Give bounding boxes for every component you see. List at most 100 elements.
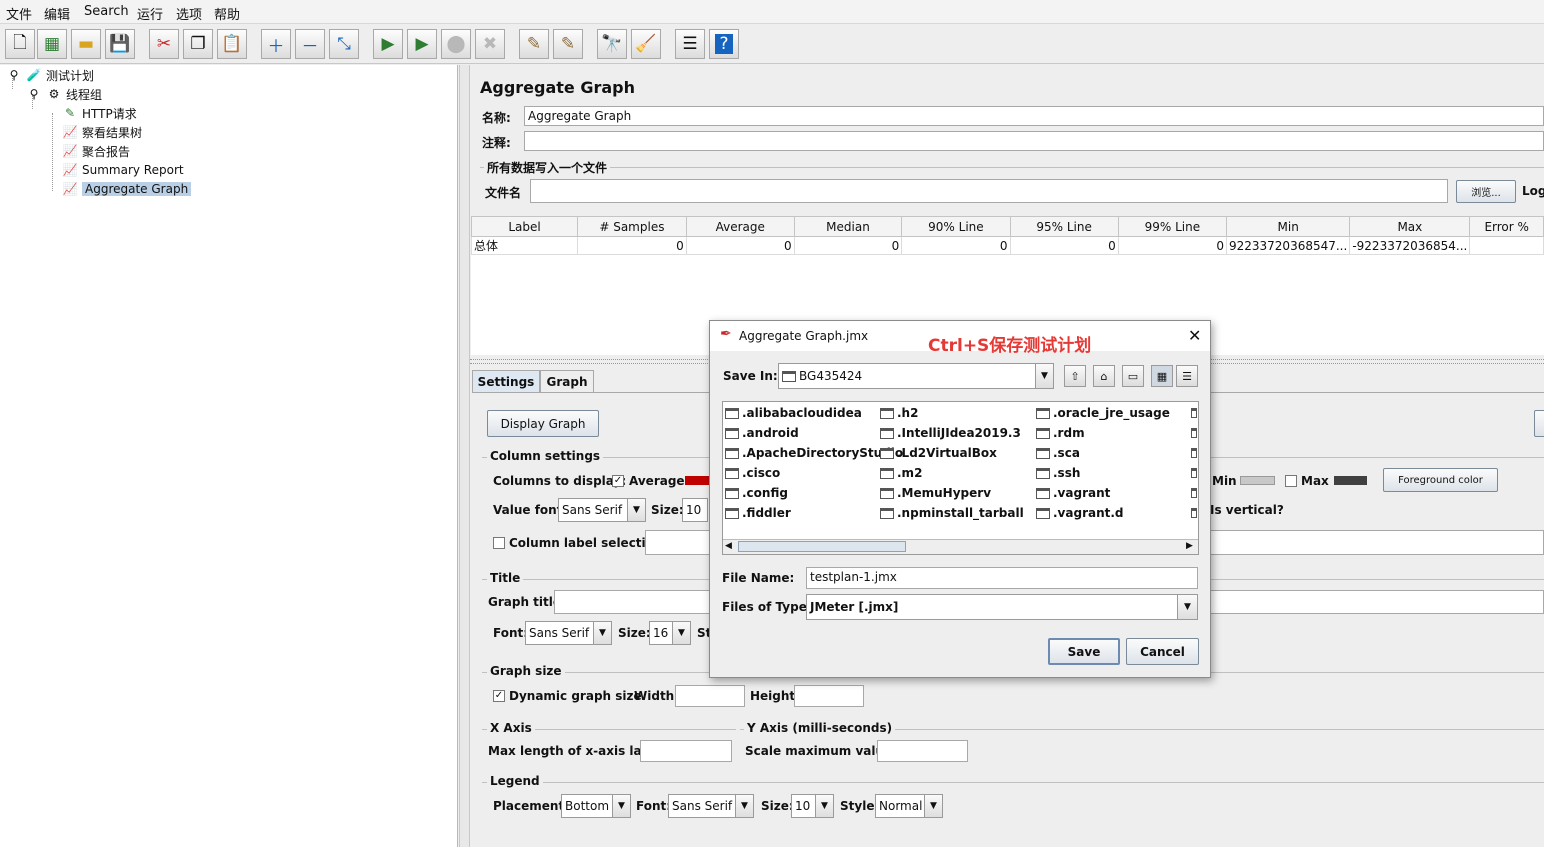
save-in-select[interactable]: BG435424 ▼ xyxy=(778,363,1054,389)
menu-file[interactable]: 文件 xyxy=(6,4,32,23)
tab-graph[interactable]: Graph xyxy=(540,370,594,392)
column-header[interactable]: Error % xyxy=(1469,216,1544,237)
open-icon[interactable]: ▬ xyxy=(71,29,101,59)
column-header[interactable]: 90% Line xyxy=(901,216,1011,237)
value-font-select[interactable]: Sans Serif ▼ xyxy=(558,498,646,522)
list-item[interactable]: .ApacheDirectoryStudio xyxy=(725,444,903,462)
placement-select[interactable]: Bottom ▼ xyxy=(561,794,631,818)
min-color-swatch[interactable] xyxy=(1240,476,1275,485)
column-header[interactable]: Median xyxy=(793,216,903,237)
list-item[interactable]: .npminstall_tarball xyxy=(880,504,1024,522)
graph-title-input-right[interactable] xyxy=(1210,590,1544,614)
list-item[interactable]: .android xyxy=(725,424,799,442)
column-header[interactable]: Label xyxy=(470,216,579,237)
list-item[interactable]: .fiddler xyxy=(725,504,791,522)
column-label-selection-checkbox[interactable] xyxy=(493,537,505,549)
list-item[interactable]: .oracle_jre_usage xyxy=(1036,404,1170,422)
average-checkbox[interactable]: ✓ xyxy=(612,475,624,487)
column-header[interactable]: 99% Line xyxy=(1117,216,1227,237)
tree-item-thread-group[interactable]: ⚲ ⚙ 线程组 xyxy=(26,85,102,103)
menu-search[interactable]: Search xyxy=(84,4,129,19)
comment-input[interactable] xyxy=(524,131,1544,151)
max-length-input[interactable] xyxy=(640,740,732,762)
list-item[interactable]: .rdm xyxy=(1036,424,1085,442)
list-item[interactable]: .ssh xyxy=(1036,464,1080,482)
home-icon[interactable]: ⌂ xyxy=(1093,365,1115,387)
max-checkbox[interactable] xyxy=(1285,475,1297,487)
stop-icon[interactable]: ⬤ xyxy=(441,29,471,59)
new-icon[interactable]: 🗋 xyxy=(5,29,35,59)
function-helper-icon[interactable]: ☰ xyxy=(675,29,705,59)
list-view-icon[interactable]: ▦ xyxy=(1151,365,1173,387)
list-item[interactable]: .vagrant xyxy=(1036,484,1110,502)
list-item[interactable]: .MemuHyperv xyxy=(880,484,991,502)
scale-max-input[interactable] xyxy=(877,740,968,762)
up-folder-icon[interactable]: ⇧ xyxy=(1064,365,1086,387)
max-color-swatch[interactable] xyxy=(1334,476,1367,485)
average-color-swatch[interactable] xyxy=(685,476,710,485)
menu-edit[interactable]: 编辑 xyxy=(44,4,70,23)
start-icon[interactable]: ▶ xyxy=(373,29,403,59)
tab-settings[interactable]: Settings xyxy=(472,370,540,392)
clear-all-icon[interactable]: ✎ xyxy=(553,29,583,59)
column-header[interactable]: Min xyxy=(1225,216,1351,237)
list-item[interactable]: .cisco xyxy=(725,464,780,482)
help-icon[interactable]: ? xyxy=(709,29,739,59)
save-graph-button[interactable] xyxy=(1534,410,1544,437)
title-size-select[interactable]: 16 ▼ xyxy=(649,621,691,645)
title-font-select[interactable]: Sans Serif ▼ xyxy=(525,621,612,645)
file-name-input[interactable]: testplan-1.jmx xyxy=(806,567,1198,589)
menu-run[interactable]: 运行 xyxy=(137,4,163,23)
column-header[interactable]: # Samples xyxy=(577,216,687,237)
menu-help[interactable]: 帮助 xyxy=(214,4,240,23)
details-view-icon[interactable]: ☰ xyxy=(1176,365,1198,387)
save-button[interactable]: Save xyxy=(1048,638,1120,665)
tree-toggle-icon[interactable]: ⚲ xyxy=(6,67,22,83)
list-item[interactable]: .h2 xyxy=(880,404,918,422)
new-folder-icon[interactable]: ▭ xyxy=(1122,365,1144,387)
scroll-thumb[interactable] xyxy=(738,541,906,552)
column-header[interactable]: Average xyxy=(685,216,795,237)
display-graph-button[interactable]: Display Graph xyxy=(487,410,599,437)
foreground-color-button[interactable]: Foreground color xyxy=(1383,468,1498,492)
cancel-button[interactable]: Cancel xyxy=(1126,638,1199,665)
list-item[interactable]: .m2 xyxy=(880,464,922,482)
close-icon[interactable]: ✕ xyxy=(1188,326,1201,345)
list-item[interactable]: .sca xyxy=(1036,444,1080,462)
tree-item-test-plan[interactable]: ⚲ 🧪 测试计划 xyxy=(6,66,94,84)
file-list[interactable]: .alibabacloudidea .android .ApacheDirector… xyxy=(722,401,1199,555)
column-label-selection-input[interactable] xyxy=(645,530,710,555)
shutdown-icon[interactable]: ✖ xyxy=(475,29,505,59)
browse-button[interactable]: 浏览... xyxy=(1456,180,1516,203)
tree-item-view-results-tree[interactable]: 📈 察看结果树 xyxy=(62,123,143,141)
save-icon[interactable]: 💾 xyxy=(105,29,135,59)
scroll-left-icon[interactable]: ◀ xyxy=(725,541,732,551)
tree-item-aggregate-graph[interactable]: 📈 Aggregate Graph xyxy=(62,180,192,198)
list-item[interactable]: .config xyxy=(725,484,788,502)
table-row[interactable]: 总体 0 0 0 0 0 0 92233720368547... -9223372036854.… xyxy=(470,236,1544,255)
graph-title-input[interactable] xyxy=(554,590,710,614)
search-icon[interactable]: 🔭 xyxy=(597,29,627,59)
clear-icon[interactable]: ✎ xyxy=(519,29,549,59)
reset-search-icon[interactable]: 🧹 xyxy=(631,29,661,59)
tree-item-http-request[interactable]: ✎ HTTP请求 xyxy=(62,104,137,122)
style-select[interactable]: Normal ▼ xyxy=(875,794,943,818)
list-item[interactable]: .vagrant.d xyxy=(1036,504,1124,522)
column-header[interactable]: Max xyxy=(1349,216,1471,237)
list-item[interactable]: .IntelliJIdea2019.3 xyxy=(880,424,1021,442)
list-item[interactable]: .Ld2VirtualBox xyxy=(880,444,997,462)
value-size-select[interactable]: 10 xyxy=(682,498,708,522)
filename-input[interactable] xyxy=(530,179,1448,203)
column-header[interactable]: 95% Line xyxy=(1009,216,1119,237)
dynamic-graph-size-checkbox[interactable]: ✓ xyxy=(493,690,505,702)
horizontal-scrollbar[interactable]: ◀ ▶ xyxy=(723,539,1198,554)
files-of-type-select[interactable]: JMeter [.jmx] ▼ xyxy=(806,594,1198,620)
list-item[interactable]: .alibabacloudidea xyxy=(725,404,862,422)
collapse-icon[interactable]: － xyxy=(295,29,325,59)
start-no-pauses-icon[interactable]: ▶ xyxy=(407,29,437,59)
legend-font-select[interactable]: Sans Serif ▼ xyxy=(668,794,754,818)
toggle-icon[interactable]: ⤡ xyxy=(329,29,359,59)
templates-icon[interactable]: ▦ xyxy=(37,29,67,59)
legend-size-select[interactable]: 10 ▼ xyxy=(791,794,834,818)
tree-item-summary-report[interactable]: 📈 Summary Report xyxy=(62,161,184,179)
